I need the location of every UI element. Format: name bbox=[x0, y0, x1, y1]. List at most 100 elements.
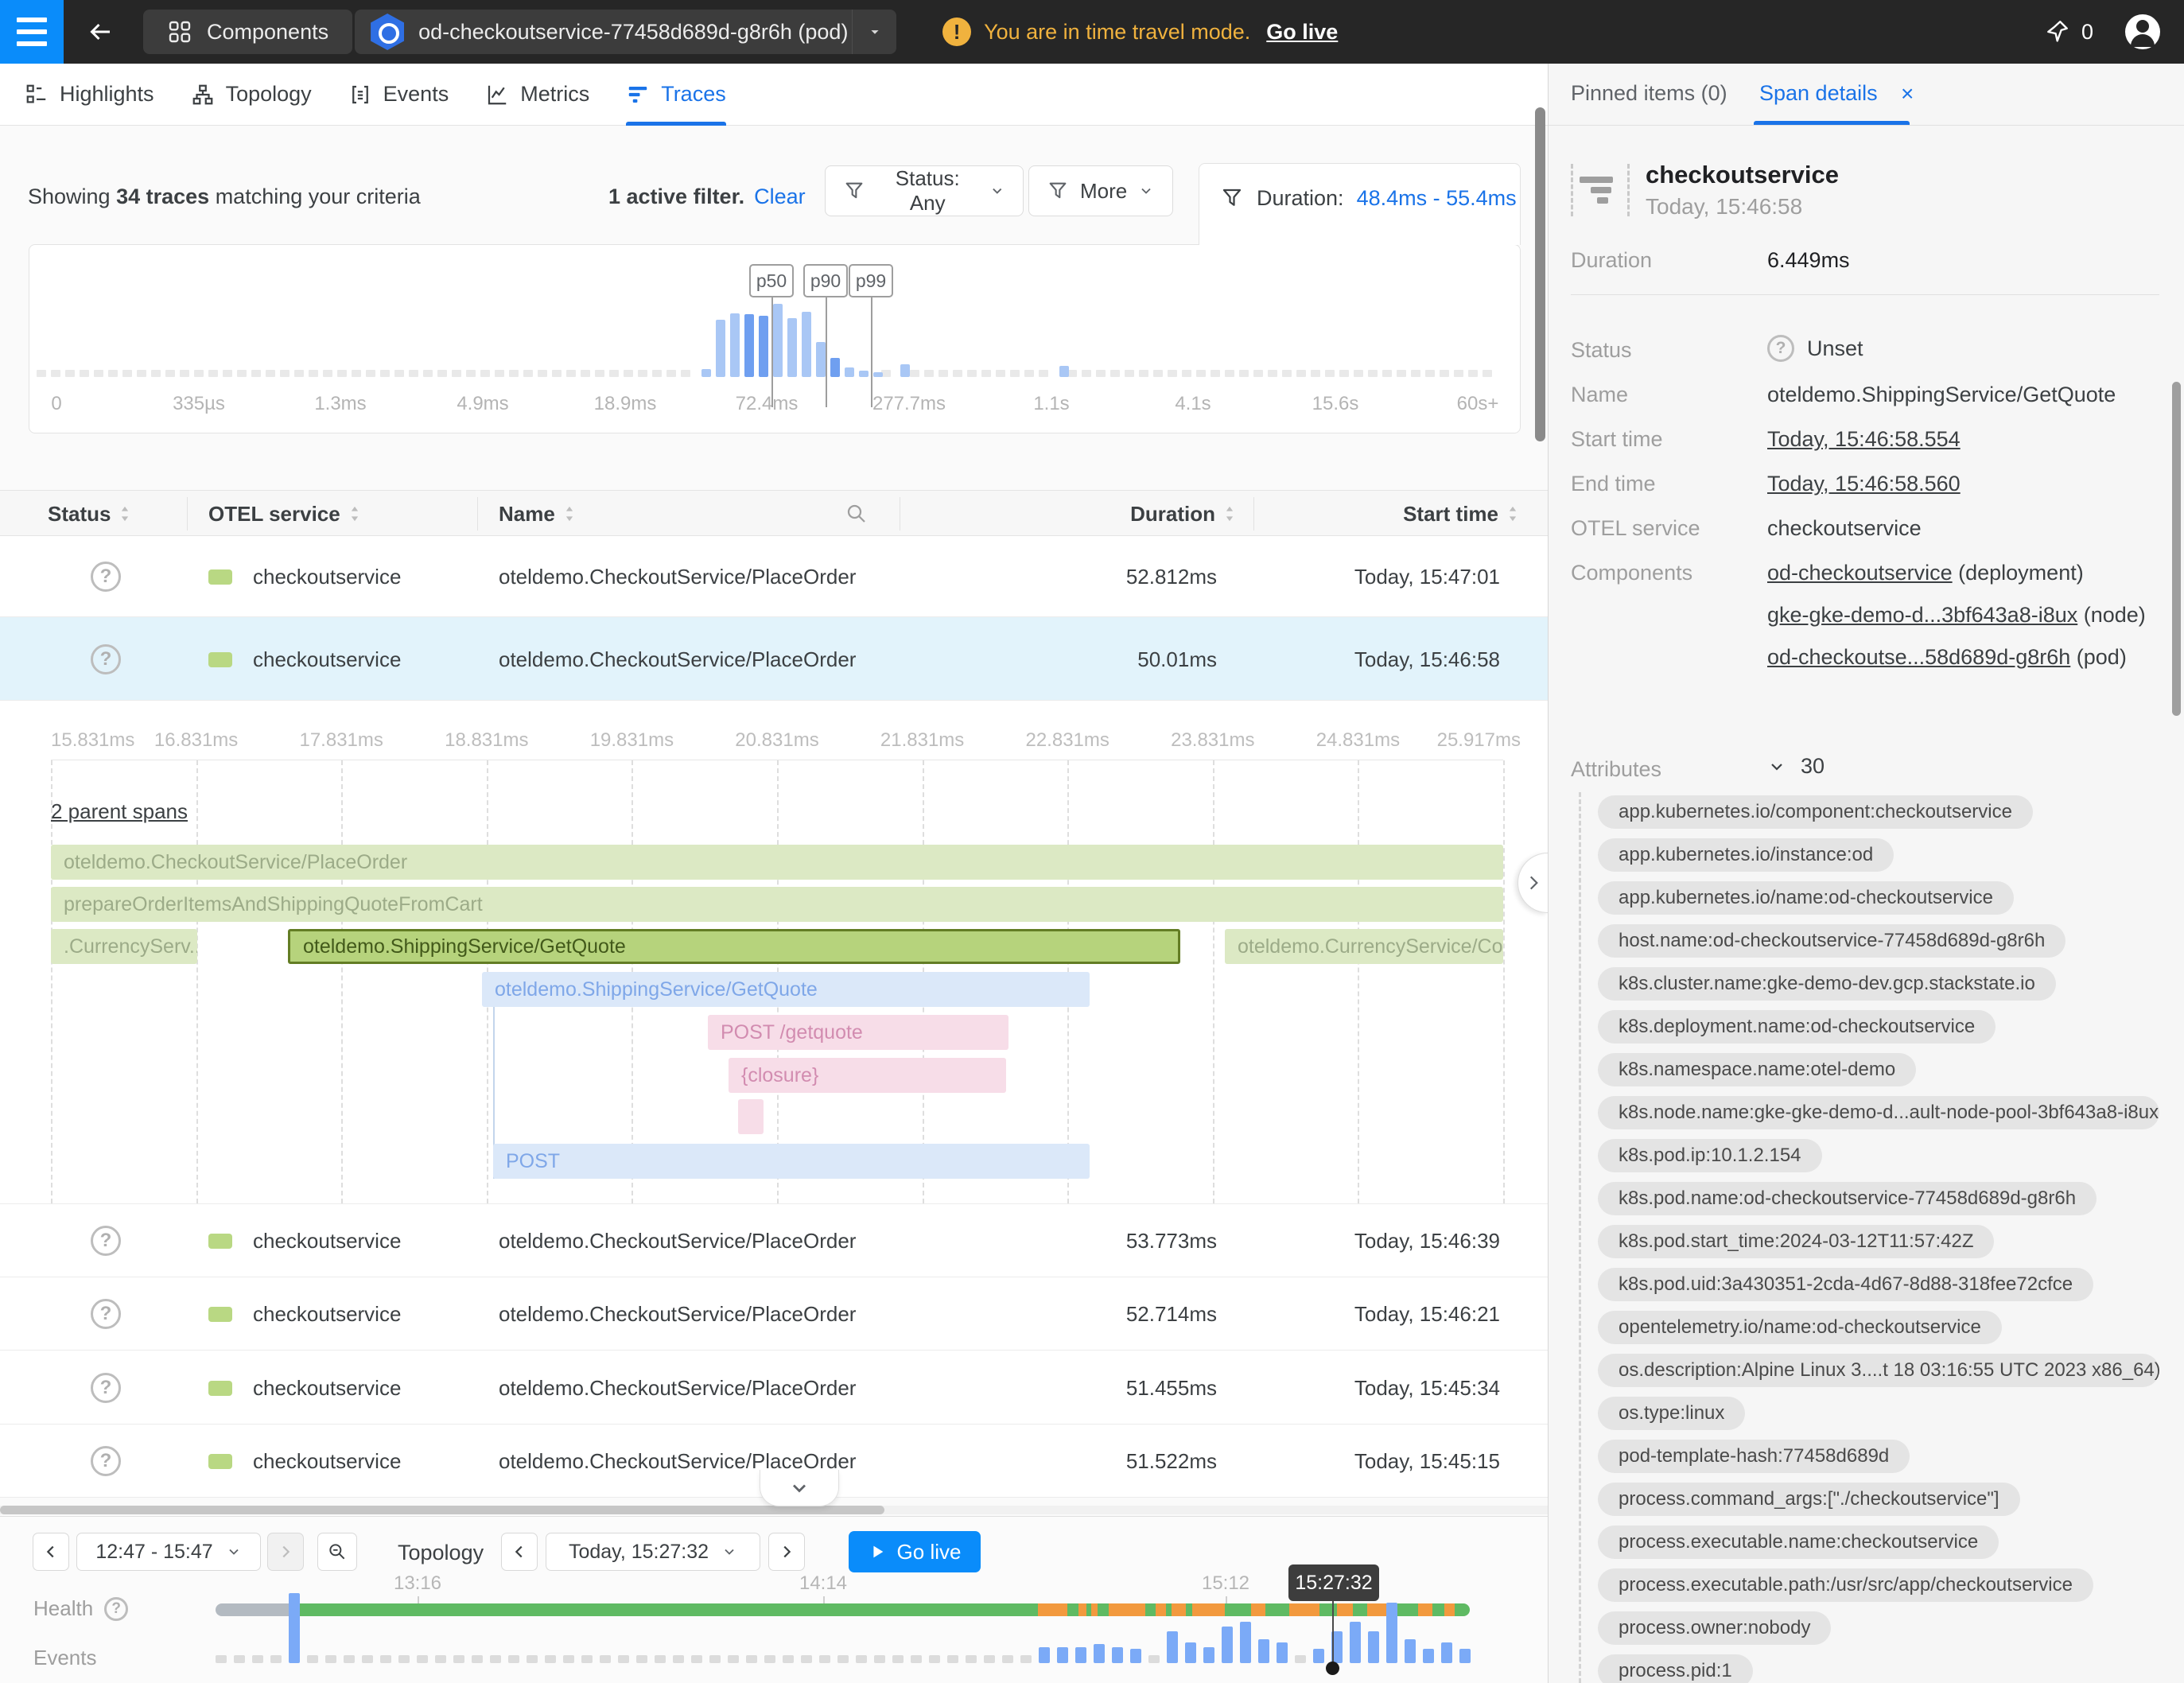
percentile-marker-label: p50 bbox=[749, 264, 794, 297]
event-bar bbox=[289, 1593, 300, 1663]
waterfall-span[interactable]: POST /getquote bbox=[708, 1015, 1008, 1050]
chevron-left-icon bbox=[42, 1543, 60, 1561]
close-span-details-icon[interactable]: × bbox=[1901, 81, 1914, 107]
waterfall-span[interactable]: .CurrencyServ... bbox=[51, 929, 197, 964]
status-filter-button[interactable]: Status: Any bbox=[825, 165, 1024, 216]
range-back-button[interactable] bbox=[33, 1533, 69, 1571]
waterfall-span[interactable] bbox=[738, 1099, 764, 1134]
histogram-bar bbox=[730, 313, 740, 377]
histogram-baseline-square bbox=[309, 370, 318, 377]
tab-metrics[interactable]: Metrics bbox=[485, 64, 589, 126]
waterfall-span[interactable]: oteldemo.ShippingService/GetQuote bbox=[288, 929, 1180, 964]
components-button[interactable]: Components bbox=[143, 10, 352, 54]
pin-icon[interactable] bbox=[2043, 18, 2070, 45]
health-bar-segment bbox=[1145, 1603, 1156, 1616]
name-search-icon[interactable] bbox=[845, 491, 869, 537]
event-baseline-square bbox=[1295, 1655, 1306, 1663]
clear-filters-link[interactable]: Clear bbox=[754, 185, 806, 208]
components-label: Components bbox=[1571, 561, 1692, 585]
histogram-baseline-square bbox=[237, 370, 247, 377]
histogram-baseline-square bbox=[1282, 370, 1292, 377]
timeline-marker-tooltip: 15:27:32 bbox=[1288, 1564, 1379, 1601]
duration-filter[interactable]: Duration: 48.4ms - 55.4ms bbox=[1199, 163, 1521, 245]
otel-service-cell: checkoutservice bbox=[253, 1376, 401, 1401]
timeline-marker-line[interactable] bbox=[1332, 1601, 1334, 1668]
tab-topology[interactable]: Topology bbox=[191, 64, 312, 126]
vertical-scrollbar-thumb[interactable] bbox=[1535, 107, 1545, 441]
attribute-chip: os.description:Alpine Linux 3....t 18 03… bbox=[1598, 1354, 2159, 1387]
attribute-chip: app.kubernetes.io/component:checkoutserv… bbox=[1598, 795, 2033, 829]
end-time-value[interactable]: Today, 15:46:58.560 bbox=[1767, 472, 1961, 496]
waterfall-span[interactable]: {closure} bbox=[729, 1058, 1006, 1093]
parent-spans-link[interactable]: 2 parent spans bbox=[51, 799, 188, 824]
event-baseline-square bbox=[819, 1655, 830, 1663]
tab-span-details[interactable]: Span details bbox=[1759, 81, 1878, 106]
event-bar bbox=[1423, 1649, 1434, 1663]
go-live-button[interactable]: Go live bbox=[849, 1531, 981, 1572]
event-baseline-square bbox=[655, 1655, 666, 1663]
column-header-start-time[interactable]: Start time bbox=[1403, 491, 1521, 537]
component-link-pod[interactable]: od-checkoutse...58d689d-g8r6h (pod) bbox=[1767, 645, 2127, 670]
tab-pinned-items[interactable]: Pinned items (0) bbox=[1571, 81, 1727, 106]
health-help-icon[interactable]: ? bbox=[104, 1597, 128, 1621]
timeline-marker-handle[interactable] bbox=[1326, 1662, 1339, 1675]
column-header-status[interactable]: Status bbox=[48, 491, 133, 537]
tab-traces[interactable]: Traces bbox=[626, 64, 726, 126]
waterfall-span[interactable]: oteldemo.CheckoutService/PlaceOrder bbox=[51, 845, 1503, 880]
component-link-deployment[interactable]: od-checkoutservice (deployment) bbox=[1767, 561, 2084, 585]
event-baseline-square bbox=[472, 1655, 483, 1663]
column-header-duration[interactable]: Duration bbox=[1130, 491, 1238, 537]
duration-histogram[interactable]: 0335µs1.3ms4.9ms18.9ms72.4ms277.7ms1.1s4… bbox=[29, 244, 1521, 433]
waterfall-span[interactable]: oteldemo.ShippingService/GetQuote bbox=[482, 972, 1090, 1007]
event-baseline-square bbox=[581, 1655, 593, 1663]
span-name-cell: oteldemo.CheckoutService/PlaceOrder bbox=[499, 647, 856, 672]
range-forward-button[interactable] bbox=[267, 1533, 304, 1571]
panel-scrollbar-thumb[interactable] bbox=[2172, 382, 2181, 716]
horizontal-scrollbar[interactable] bbox=[0, 1506, 1548, 1514]
tab-events[interactable]: Events bbox=[348, 64, 449, 126]
pod-selector[interactable]: od-checkoutservice-77458d689d-g8r6h (pod… bbox=[355, 10, 896, 54]
event-bar bbox=[1075, 1647, 1086, 1663]
menu-icon[interactable] bbox=[0, 0, 64, 64]
histogram-baseline-square bbox=[1411, 370, 1420, 377]
status-value: ? Unset bbox=[1767, 335, 1863, 362]
waterfall-span[interactable]: prepareOrderItemsAndShippingQuoteFromCar… bbox=[51, 887, 1503, 922]
time-back-button[interactable] bbox=[501, 1533, 538, 1571]
table-row[interactable]: ?checkoutserviceoteldemo.CheckoutService… bbox=[0, 1277, 1548, 1351]
pod-selector-caret[interactable] bbox=[852, 10, 896, 54]
waterfall-span[interactable]: POST bbox=[493, 1144, 1090, 1179]
start-time-value[interactable]: Today, 15:46:58.554 bbox=[1767, 427, 1961, 452]
horizontal-scrollbar-thumb[interactable] bbox=[0, 1506, 884, 1514]
more-filters-button[interactable]: More bbox=[1028, 165, 1173, 216]
tab-highlights[interactable]: Highlights bbox=[25, 64, 154, 126]
histogram-baseline-square bbox=[1125, 370, 1134, 377]
histogram-baseline-square bbox=[94, 370, 103, 377]
histogram-baseline-square bbox=[566, 370, 576, 377]
duration-cell: 51.455ms bbox=[1126, 1376, 1217, 1401]
component-link-node[interactable]: gke-gke-demo-d...3bf643a8-i8ux (node) bbox=[1767, 603, 2146, 628]
zoom-out-button[interactable] bbox=[317, 1533, 357, 1571]
time-forward-button[interactable] bbox=[768, 1533, 805, 1571]
table-row[interactable]: ?checkoutserviceoteldemo.CheckoutService… bbox=[0, 617, 1548, 701]
table-row[interactable]: ?checkoutserviceoteldemo.CheckoutService… bbox=[0, 1351, 1548, 1425]
expand-results-button[interactable] bbox=[760, 1470, 839, 1506]
histogram-axis-label: 60s+ bbox=[1457, 393, 1499, 415]
user-avatar[interactable] bbox=[2125, 14, 2160, 49]
column-header-otel-service[interactable]: OTEL service bbox=[208, 491, 363, 537]
column-header-name[interactable]: Name bbox=[499, 491, 577, 537]
table-row[interactable]: ?checkoutserviceoteldemo.CheckoutService… bbox=[0, 536, 1548, 617]
timestamp-dropdown[interactable]: Today, 15:27:32 bbox=[546, 1533, 760, 1571]
health-bar-segment bbox=[1172, 1603, 1186, 1616]
go-live-link[interactable]: Go live bbox=[1266, 20, 1338, 45]
attributes-toggle[interactable]: 30 bbox=[1767, 754, 1825, 779]
histogram-baseline-square bbox=[1425, 370, 1435, 377]
back-button[interactable] bbox=[86, 17, 115, 46]
time-range-dropdown[interactable]: 12:47 - 15:47 bbox=[76, 1533, 261, 1571]
health-bar-segment bbox=[1038, 1603, 1067, 1616]
table-row[interactable]: ?checkoutserviceoteldemo.CheckoutService… bbox=[0, 1204, 1548, 1277]
attribute-chip: k8s.pod.name:od-checkoutservice-77458d68… bbox=[1598, 1182, 2097, 1215]
start-time-cell: Today, 15:45:15 bbox=[1354, 1449, 1500, 1474]
panel-tab-bar: Pinned items (0) Span details × bbox=[1549, 64, 2184, 126]
waterfall-span[interactable]: oteldemo.CurrencyService/Co bbox=[1225, 929, 1503, 964]
histogram-baseline-square bbox=[37, 370, 46, 377]
